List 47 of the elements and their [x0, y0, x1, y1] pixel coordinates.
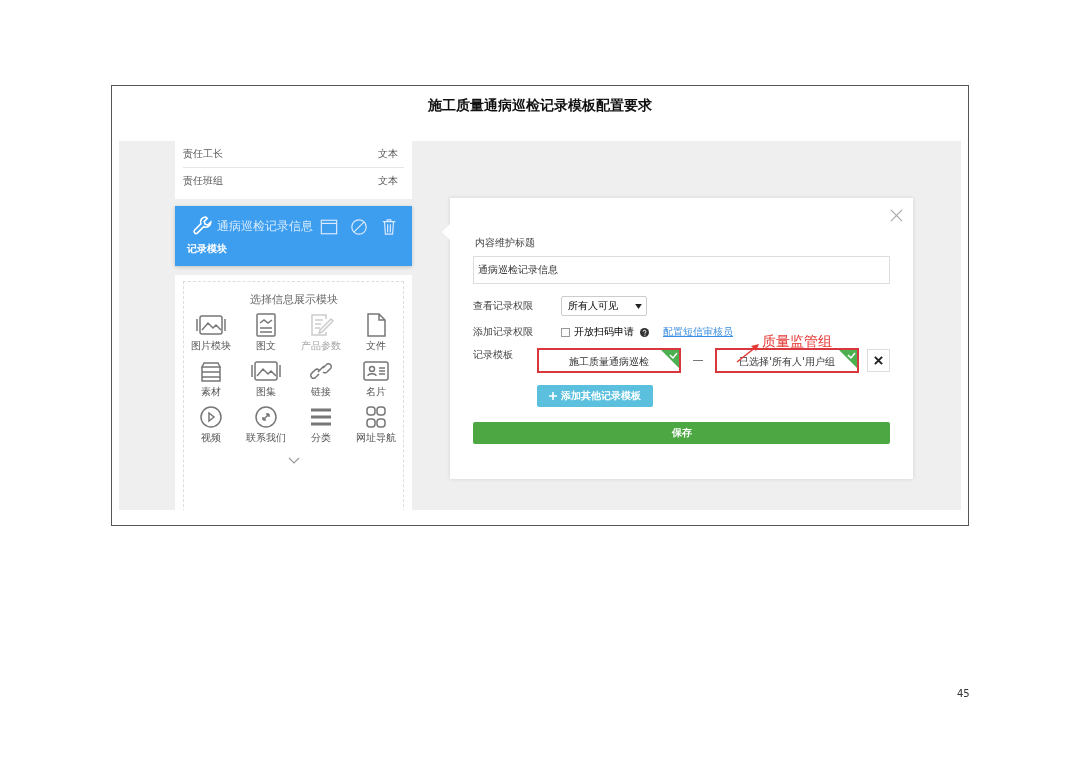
picker-title: 选择信息展示模块: [249, 292, 338, 307]
check-icon: [839, 350, 857, 368]
title-label: 内容维护标题: [475, 236, 536, 250]
page-number: 45: [957, 688, 970, 699]
field-type: 文本: [378, 174, 398, 188]
close-icon[interactable]: [890, 209, 903, 222]
document-title: 施工质量通病巡检记录模板配置要求: [428, 97, 652, 115]
module-option[interactable]: 名片: [348, 359, 404, 399]
caret-icon: [635, 303, 642, 309]
module-option[interactable]: 图片模块: [183, 313, 239, 353]
module-option[interactable]: 链接: [293, 359, 349, 399]
annotation-text: 质量监管组: [762, 333, 832, 351]
chevron-down-icon[interactable]: [287, 457, 300, 465]
module-option[interactable]: 视频: [183, 405, 239, 445]
module-option[interactable]: 素材: [183, 359, 239, 399]
check-icon: [661, 350, 679, 368]
view-permission-select[interactable]: 所有人可见: [561, 296, 647, 316]
module-option[interactable]: 联系我们: [238, 405, 294, 445]
module-title: 通病巡检记录信息: [217, 218, 313, 235]
add-permission-label: 添加记录权限: [473, 325, 534, 339]
module-option[interactable]: 图集: [238, 359, 294, 399]
window-icon[interactable]: [320, 218, 338, 236]
view-permission-label: 查看记录权限: [473, 299, 534, 313]
card-icon: [361, 359, 391, 383]
field-type: 文本: [378, 147, 398, 161]
template-select[interactable]: 施工质量通病巡检: [537, 348, 681, 373]
image-icon: [251, 359, 281, 383]
module-label: 记录模块: [187, 242, 227, 256]
module-option[interactable]: 文件: [348, 313, 404, 353]
group-select[interactable]: 已选择'所有人'用户组: [715, 348, 859, 373]
dash-separator: [693, 360, 703, 361]
title-input[interactable]: 通病巡检记录信息: [473, 256, 890, 284]
field-name: 责任工长: [183, 147, 223, 161]
field-name: 责任班组: [183, 174, 223, 188]
template-label: 记录模板: [473, 348, 514, 362]
trash-icon[interactable]: [380, 218, 398, 236]
image-icon: [196, 313, 226, 337]
close-icon: [874, 356, 883, 365]
scan-checkbox[interactable]: 开放扫码申请: [561, 325, 634, 339]
module-option[interactable]: 分类: [293, 405, 349, 445]
sms-reviewer-link[interactable]: 配置短信审核员: [663, 325, 733, 339]
module-option[interactable]: 网址导航: [348, 405, 404, 445]
disable-icon[interactable]: [350, 218, 368, 236]
help-icon[interactable]: [640, 327, 649, 337]
remove-button[interactable]: [867, 349, 890, 372]
plus-icon: [549, 392, 557, 400]
module-option[interactable]: 图文: [238, 313, 294, 353]
